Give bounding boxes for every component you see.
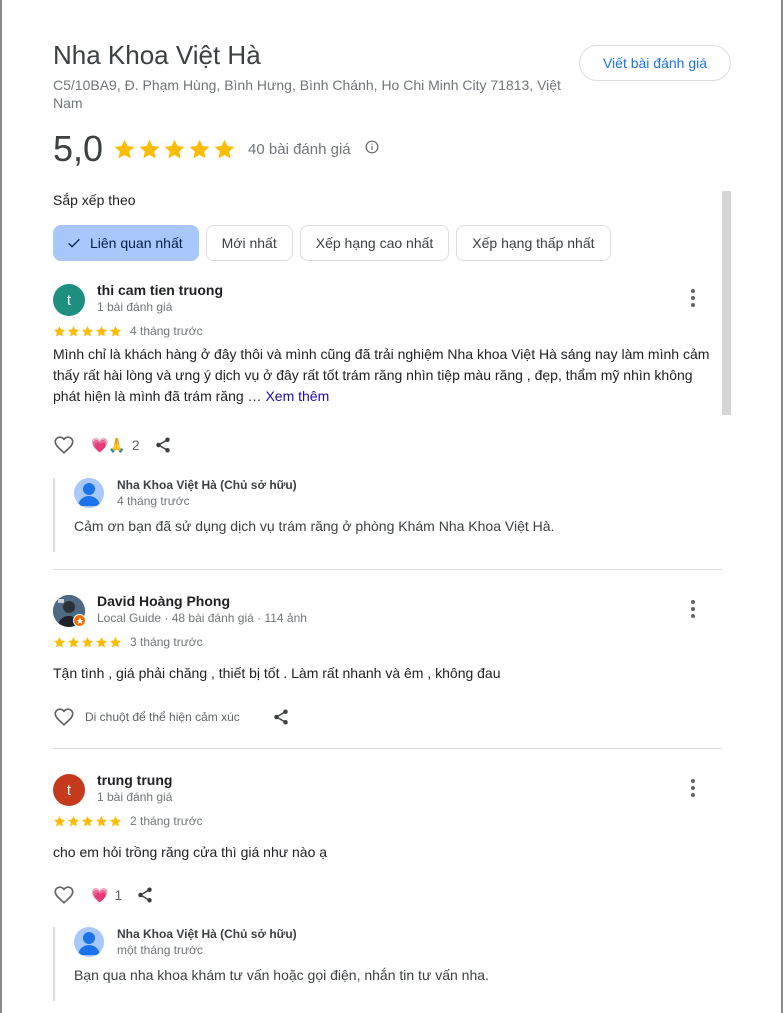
- reply-time: một tháng trước: [117, 943, 203, 957]
- review-actions: Di chuột để thể hiện cảm xúc: [53, 706, 290, 728]
- review-rating: 4 tháng trước: [53, 324, 203, 338]
- reaction-count: 2: [131, 437, 140, 453]
- reviewer-name[interactable]: thi cam tien truong: [97, 282, 223, 298]
- owner-name: Nha Khoa Việt Hà (Chủ sở hữu): [117, 927, 297, 941]
- write-review-button[interactable]: Viết bài đánh giá: [579, 45, 731, 81]
- sort-chip-highest[interactable]: Xếp hạng cao nhất: [299, 225, 450, 261]
- review-actions: 💗🙏 2: [53, 434, 172, 456]
- heart-icon[interactable]: [53, 434, 75, 456]
- review-count: 40 bài đánh giá: [248, 140, 351, 158]
- star-icon: [95, 815, 108, 826]
- review-text: Mình chỉ là khách hàng ở đây thôi và mìn…: [53, 344, 713, 407]
- sort-chip-newest[interactable]: Mới nhất: [205, 225, 293, 261]
- check-icon: [68, 238, 80, 248]
- reaction-count: 1: [114, 887, 123, 903]
- star-icon: [109, 636, 122, 647]
- reaction-hint: Di chuột để thể hiện cảm xúc: [85, 710, 240, 724]
- owner-reply: Nha Khoa Việt Hà (Chủ sở hữu) một tháng …: [53, 927, 723, 1001]
- review-divider: [53, 569, 722, 570]
- business-address: C5/10BA9, Đ. Phạm Hùng, Bình Hưng, Bình …: [53, 77, 561, 111]
- reaction-emojis: 💗🙏: [91, 436, 126, 453]
- see-more-link[interactable]: Xem thêm: [265, 388, 329, 404]
- star-icon: [189, 139, 210, 158]
- star-icon: [109, 325, 122, 336]
- share-icon[interactable]: [136, 886, 154, 904]
- review-body: Mình chỉ là khách hàng ở đây thôi và mìn…: [53, 346, 710, 404]
- reply-text: Cảm ơn bạn đã sử dụng dịch vụ trám răng …: [74, 518, 555, 534]
- star-icon: [81, 815, 94, 826]
- avatar[interactable]: t: [53, 284, 85, 316]
- reviewer-name[interactable]: David Hoàng Phong: [97, 593, 230, 609]
- star-icon: [164, 139, 185, 158]
- review-actions: 💗 1: [53, 884, 154, 906]
- rating-summary: 5,0 40 bài đánh giá: [53, 128, 379, 170]
- review-time: 3 tháng trước: [130, 635, 203, 649]
- review-card: David Hoàng Phong Local Guide · 48 bài đ…: [53, 593, 723, 735]
- reaction-emojis: 💗: [91, 886, 109, 903]
- owner-avatar[interactable]: [74, 478, 104, 508]
- star-icon: [109, 815, 122, 826]
- star-icon: [67, 325, 80, 336]
- reply-text: Bạn qua nha khoa khám tư vấn hoặc gọi đi…: [74, 967, 489, 983]
- more-options-icon[interactable]: [685, 286, 701, 310]
- reaction-summary[interactable]: 💗🙏 2: [91, 437, 140, 454]
- review-card: t thi cam tien truong 1 bài đánh giá 4 t…: [53, 282, 723, 564]
- heart-icon[interactable]: [53, 884, 75, 906]
- review-text: cho em hỏi trồng răng cửa thì giá như nà…: [53, 844, 328, 860]
- star-icon: [81, 325, 94, 336]
- reviewer-name[interactable]: trung trung: [97, 772, 172, 788]
- reaction-summary[interactable]: 💗 1: [91, 887, 122, 904]
- sort-chips: Liên quan nhất Mới nhất Xếp hạng cao nhấ…: [53, 225, 611, 261]
- info-icon[interactable]: [365, 140, 379, 159]
- owner-name: Nha Khoa Việt Hà (Chủ sở hữu): [117, 478, 297, 492]
- rating-stars: [113, 138, 236, 161]
- sort-chip-label: Xếp hạng cao nhất: [315, 235, 434, 251]
- star-icon: [214, 139, 235, 158]
- sort-chip-label: Mới nhất: [221, 235, 277, 251]
- reply-time: 4 tháng trước: [117, 494, 190, 508]
- star-icon: [53, 815, 66, 826]
- review-rating: 2 tháng trước: [53, 814, 203, 828]
- review-time: 2 tháng trước: [130, 814, 203, 828]
- star-icon: [53, 325, 66, 336]
- local-guide-badge-icon: [73, 614, 86, 627]
- scrollbar-thumb[interactable]: [722, 191, 731, 415]
- business-name: Nha Khoa Việt Hà: [53, 40, 261, 70]
- star-icon: [114, 139, 135, 158]
- review-card: t trung trung 1 bài đánh giá 2 tháng trư…: [53, 772, 723, 1013]
- sort-chip-label: Liên quan nhất: [90, 235, 183, 251]
- star-icon: [81, 636, 94, 647]
- star-icon: [67, 636, 80, 647]
- average-rating: 5,0: [53, 128, 104, 169]
- star-icon: [95, 325, 108, 336]
- sort-chip-relevant[interactable]: Liên quan nhất: [53, 225, 199, 261]
- more-options-icon[interactable]: [685, 597, 701, 621]
- reviewer-stats: Local Guide · 48 bài đánh giá · 114 ảnh: [97, 611, 307, 625]
- star-icon: [139, 139, 160, 158]
- star-icon: [53, 636, 66, 647]
- sort-label: Sắp xếp theo: [53, 192, 136, 208]
- sort-chip-label: Xếp hạng thấp nhất: [472, 235, 595, 251]
- star-icon: [95, 636, 108, 647]
- share-icon[interactable]: [272, 708, 290, 726]
- owner-reply: Nha Khoa Việt Hà (Chủ sở hữu) 4 tháng tr…: [53, 478, 723, 552]
- review-stars: [53, 325, 122, 338]
- more-options-icon[interactable]: [685, 776, 701, 800]
- review-time: 4 tháng trước: [130, 324, 203, 338]
- heart-icon[interactable]: [53, 706, 75, 728]
- review-stars: [53, 815, 122, 828]
- sort-chip-lowest[interactable]: Xếp hạng thấp nhất: [456, 225, 611, 261]
- reviewer-stats: 1 bài đánh giá: [97, 300, 173, 314]
- reviewer-stats: 1 bài đánh giá: [97, 790, 173, 804]
- share-icon[interactable]: [154, 436, 172, 454]
- review-rating: 3 tháng trước: [53, 635, 203, 649]
- review-text: Tận tình , giá phải chăng , thiết bị tốt…: [53, 665, 501, 681]
- star-icon: [67, 815, 80, 826]
- review-stars: [53, 636, 122, 649]
- avatar[interactable]: t: [53, 774, 85, 806]
- review-divider: [53, 748, 722, 749]
- owner-avatar[interactable]: [74, 927, 104, 957]
